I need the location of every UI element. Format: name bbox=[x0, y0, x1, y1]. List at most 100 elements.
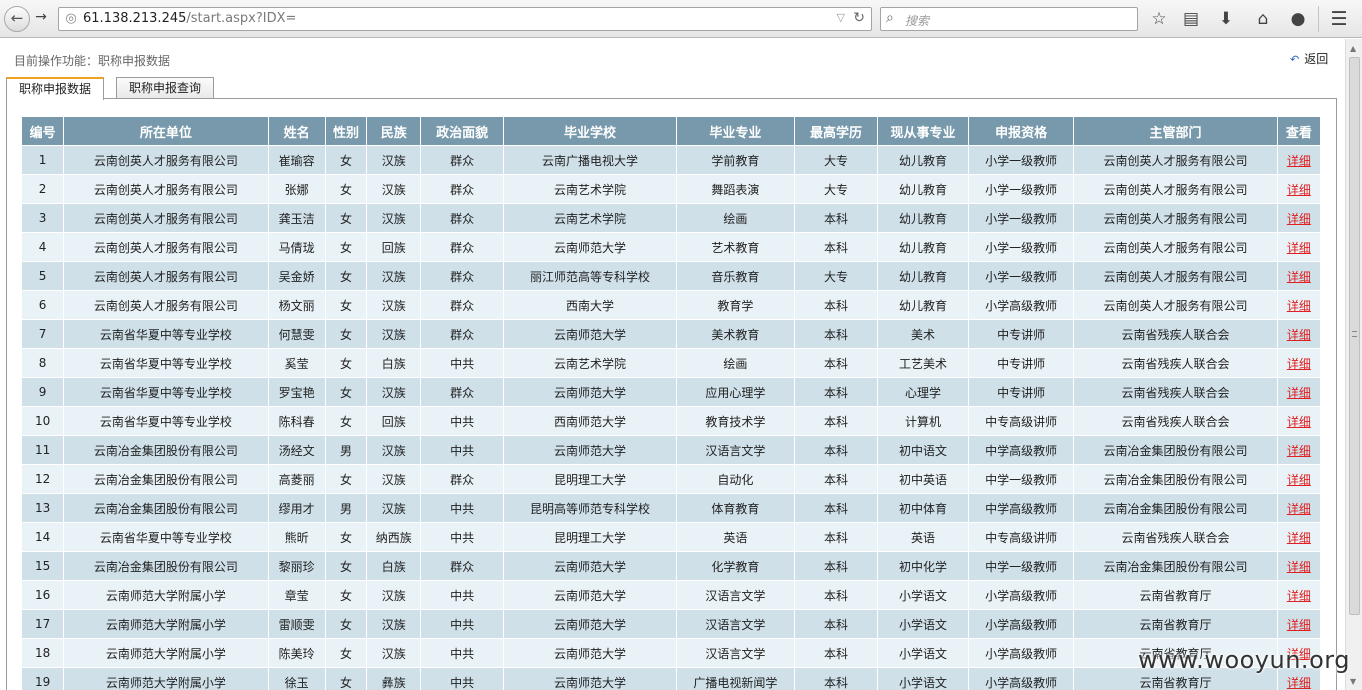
url-dropdown-icon[interactable]: ▽ bbox=[837, 11, 845, 24]
table-cell: 中共 bbox=[420, 638, 504, 668]
detail-link[interactable]: 详细 bbox=[1287, 618, 1311, 632]
table-cell: 小学一级教师 bbox=[967, 232, 1075, 262]
detail-link[interactable]: 详细 bbox=[1287, 502, 1311, 516]
view-cell: 详细 bbox=[1276, 290, 1322, 320]
tab-title-query[interactable]: 职称申报查询 bbox=[116, 77, 215, 99]
detail-link[interactable]: 详细 bbox=[1287, 299, 1311, 313]
table-cell: 幼儿教育 bbox=[877, 290, 969, 320]
table-cell: 汉族 bbox=[366, 261, 422, 291]
table-cell: 幼儿教育 bbox=[877, 145, 969, 175]
detail-link[interactable]: 详细 bbox=[1287, 473, 1311, 487]
operation-label: 目前操作功能：职称申报数据 bbox=[14, 54, 171, 68]
home-icon[interactable]: ⌂ bbox=[1252, 8, 1274, 30]
table-cell: 心理学 bbox=[877, 377, 969, 407]
table-cell: 广播电视新闻学 bbox=[675, 667, 795, 690]
table-cell: 云南艺术学院 bbox=[502, 174, 677, 204]
reader-icon[interactable]: ▤ bbox=[1180, 8, 1202, 30]
url-text[interactable]: 61.138.213.245/start.aspx?IDX= bbox=[83, 11, 296, 26]
table-row: 17 云南师范大学附属小学 雷顺雯女汉族 中共 云南师范大学 汉语言文学 本科 小学语文 小学高… bbox=[20, 609, 1322, 639]
table-cell: 汉族 bbox=[366, 435, 422, 465]
detail-link[interactable]: 详细 bbox=[1287, 444, 1311, 458]
table-cell: 女 bbox=[324, 638, 368, 668]
view-cell: 详细 bbox=[1276, 580, 1322, 610]
table-cell: 幼儿教育 bbox=[877, 261, 969, 291]
column-header: 最高学历 bbox=[793, 116, 879, 146]
detail-link[interactable]: 详细 bbox=[1287, 270, 1311, 284]
scroll-up-icon[interactable]: ▲ bbox=[1350, 44, 1356, 53]
table-cell: 女 bbox=[324, 290, 368, 320]
table-cell: 小学一级教师 bbox=[967, 145, 1075, 175]
table-row: 19 云南师范大学附属小学 徐玉女彝族 中共 云南师范大学 广播电视新闻学 本科 小学语文 小学… bbox=[20, 667, 1322, 690]
table-cell: 云南师范大学 bbox=[502, 319, 677, 349]
table-cell: 雷顺雯 bbox=[267, 609, 326, 639]
detail-link[interactable]: 详细 bbox=[1287, 386, 1311, 400]
table-cell: 云南创英人才服务有限公司 bbox=[1073, 174, 1278, 204]
table-cell: 小学语文 bbox=[877, 667, 969, 690]
reload-icon[interactable]: ↻ bbox=[853, 10, 865, 26]
detail-link[interactable]: 详细 bbox=[1287, 589, 1311, 603]
search-placeholder: 搜索 bbox=[905, 14, 930, 28]
detail-link[interactable]: 详细 bbox=[1287, 183, 1311, 197]
column-header: 现从事专业 bbox=[877, 116, 969, 146]
download-icon[interactable]: ⬇ bbox=[1215, 8, 1237, 30]
detail-link[interactable]: 详细 bbox=[1287, 241, 1311, 255]
forward-icon[interactable]: → bbox=[30, 6, 52, 32]
table-cell: 中共 bbox=[420, 522, 504, 552]
chat-icon[interactable]: ● bbox=[1287, 8, 1309, 30]
table-cell: 女 bbox=[324, 580, 368, 610]
table-cell: 18 bbox=[20, 638, 65, 668]
detail-link[interactable]: 详细 bbox=[1287, 676, 1311, 690]
detail-link[interactable]: 详细 bbox=[1287, 531, 1311, 545]
scroll-down-icon[interactable]: ▼ bbox=[1350, 677, 1356, 686]
table-cell: 小学高级教师 bbox=[967, 580, 1075, 610]
table-cell: 12 bbox=[20, 464, 65, 494]
column-header: 主管部门 bbox=[1073, 116, 1278, 146]
table-cell: 中共 bbox=[420, 435, 504, 465]
back-icon[interactable]: ← bbox=[4, 6, 30, 32]
data-table: 编号 所在单位 姓名 性别 民族 政治面貌 毕业学校 毕业专业 最高学历 现从事专业 申报资格 主管部… bbox=[20, 116, 1322, 690]
detail-link[interactable]: 详细 bbox=[1287, 560, 1311, 574]
table-cell: 音乐教育 bbox=[675, 261, 795, 291]
search-bar[interactable]: ⌕ 搜索 bbox=[880, 7, 1138, 31]
table-cell: 中专讲师 bbox=[967, 319, 1075, 349]
table-header-row: 编号 所在单位 姓名 性别 民族 政治面貌 毕业学校 毕业专业 最高学历 现从事专业 申报资格 主管部… bbox=[20, 116, 1322, 146]
back-link[interactable]: ↶ 返回 bbox=[1290, 50, 1328, 67]
view-cell: 详细 bbox=[1276, 174, 1322, 204]
table-cell: 女 bbox=[324, 261, 368, 291]
detail-link[interactable]: 详细 bbox=[1287, 357, 1311, 371]
url-bar[interactable]: ◎ 61.138.213.245/start.aspx?IDX= ▽ ↻ bbox=[58, 7, 872, 31]
table-cell: 女 bbox=[324, 145, 368, 175]
detail-link[interactable]: 详细 bbox=[1287, 212, 1311, 226]
table-cell: 英语 bbox=[675, 522, 795, 552]
table-cell: 云南广播电视大学 bbox=[502, 145, 677, 175]
table-cell: 幼儿教育 bbox=[877, 203, 969, 233]
table-cell: 黎丽珍 bbox=[267, 551, 326, 581]
table-cell: 中共 bbox=[420, 348, 504, 378]
scrollbar-grip bbox=[1352, 331, 1357, 337]
menu-icon[interactable]: ☰ bbox=[1328, 8, 1350, 30]
scrollbar-thumb[interactable] bbox=[1349, 57, 1360, 615]
detail-link[interactable]: 详细 bbox=[1287, 328, 1311, 342]
table-cell: 学前教育 bbox=[675, 145, 795, 175]
detail-link[interactable]: 详细 bbox=[1287, 154, 1311, 168]
table-cell: 何慧雯 bbox=[267, 319, 326, 349]
table-cell: 白族 bbox=[366, 348, 422, 378]
table-cell: 5 bbox=[20, 261, 65, 291]
table-cell: 小学高级教师 bbox=[967, 290, 1075, 320]
table-cell: 汉族 bbox=[366, 174, 422, 204]
detail-link[interactable]: 详细 bbox=[1287, 415, 1311, 429]
table-row: 3 云南创英人才服务有限公司 龚玉洁女汉族 群众 云南艺术学院 绘画 本科 幼儿教育 小学一级教… bbox=[20, 203, 1322, 233]
table-cell: 女 bbox=[324, 348, 368, 378]
table-row: 16 云南师范大学附属小学 章莹女汉族 中共 云南师范大学 汉语言文学 本科 小学语文 小学高级… bbox=[20, 580, 1322, 610]
view-cell: 详细 bbox=[1276, 464, 1322, 494]
tab-title-data[interactable]: 职称申报数据 bbox=[6, 77, 105, 100]
vertical-scrollbar[interactable]: ▲ ▼ bbox=[1345, 39, 1362, 690]
bookmark-star-icon[interactable]: ☆ bbox=[1148, 8, 1170, 30]
column-header: 申报资格 bbox=[967, 116, 1075, 146]
table-cell: 陈美玲 bbox=[267, 638, 326, 668]
table-cell: 本科 bbox=[793, 406, 879, 436]
table-cell: 本科 bbox=[793, 667, 879, 690]
table-cell: 云南冶金集团股份有限公司 bbox=[63, 435, 269, 465]
table-cell: 彝族 bbox=[366, 667, 422, 690]
table-cell: 龚玉洁 bbox=[267, 203, 326, 233]
